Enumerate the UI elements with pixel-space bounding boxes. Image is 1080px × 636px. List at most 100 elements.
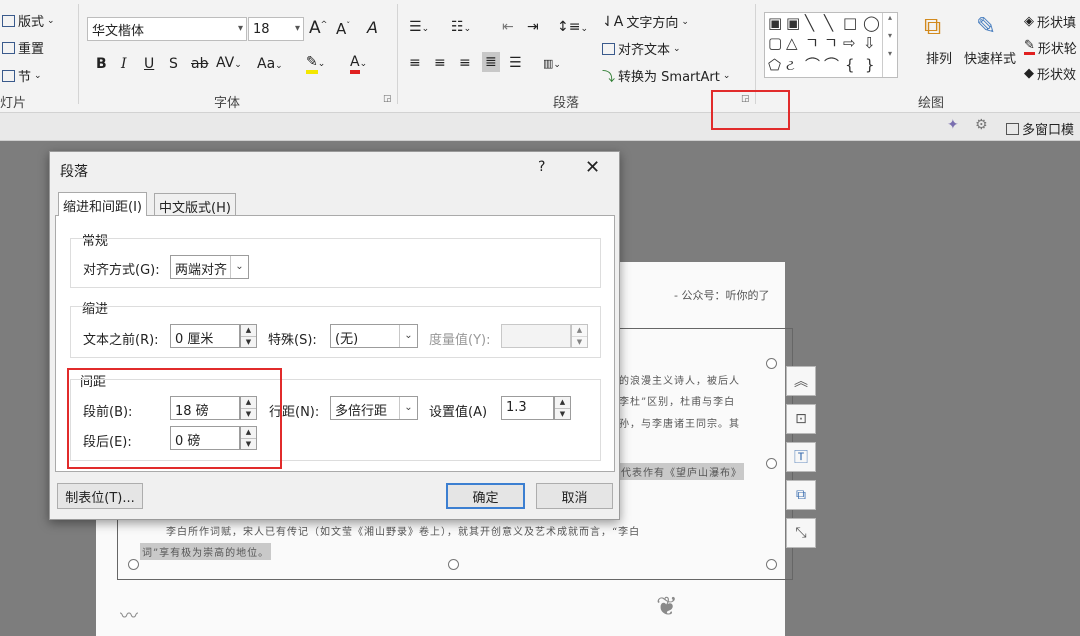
paragraph-dialog: 段落 ? ✕ 缩进和间距(I) 中文版式(H) 常规 对齐方式(G): 两端对齐… (49, 151, 620, 520)
by-spinner[interactable]: ▲ ▼ (571, 324, 588, 348)
collapse-icon[interactable]: ︽ (786, 366, 816, 396)
before-text-spinner[interactable]: ▲ ▼ (240, 324, 257, 348)
shape-effects-button[interactable]: ◆ 形状效 (1024, 64, 1076, 83)
poem-line: 李杜”区别，杜甫与李白 (619, 397, 736, 408)
line-spacing-select[interactable]: 多倍行距 ⌄ (330, 396, 418, 420)
chevron-down-icon: ⌄ (399, 325, 417, 347)
poem-line: 词”享有极为崇高的地位。 (140, 543, 272, 560)
font-name-combo[interactable]: 华文楷体 ▾ (87, 17, 247, 41)
arrow-line-icon: ╲ (824, 14, 834, 32)
text-format-icon[interactable]: 🅃 (786, 442, 816, 472)
align-center-button[interactable]: ≡ (434, 55, 446, 71)
change-case-button[interactable]: Aa⌄ (257, 56, 283, 72)
align-text-button[interactable]: 对齐文本 ⌄ (602, 39, 681, 58)
font-group-label: 字体 (214, 96, 241, 111)
resize-handle[interactable] (128, 559, 139, 570)
grow-font-button[interactable]: A^ (309, 18, 327, 38)
group-divider (78, 4, 79, 104)
font-color-icon: A (350, 55, 360, 74)
poem-line: 李白所作词赋，宋人已有传记（如文莹《湘山野录》卷上），就其开创意义及艺术成就而言… (166, 527, 641, 538)
columns-icon: ▥ (543, 57, 554, 70)
before-text-input[interactable]: 0 厘米 (170, 324, 240, 348)
increase-indent-button[interactable]: ⇥ (527, 19, 539, 35)
align-right-button[interactable]: ≡ (459, 55, 471, 71)
chevron-down-icon: ▾ (237, 23, 243, 34)
underline-button[interactable]: U (144, 56, 154, 72)
help-button[interactable]: ? (538, 159, 545, 175)
cancel-button[interactable]: 取消 (536, 483, 613, 509)
decrease-indent-button[interactable]: ⇤ (502, 19, 514, 35)
alignment-select[interactable]: 两端对齐 ⌄ (170, 255, 249, 279)
triangle-icon: △ (786, 34, 798, 52)
justify-button[interactable]: ≣ (482, 52, 500, 72)
line-spacing-button[interactable]: ↕≡⌄ (557, 19, 588, 35)
bullets-button[interactable]: ☰⌄ (409, 19, 429, 35)
at-spinner[interactable]: ▲ ▼ (554, 396, 571, 420)
quick-styles-button[interactable]: 快速样式 (964, 48, 1016, 67)
ok-button[interactable]: 确定 (446, 483, 525, 509)
shape-outline-button[interactable]: ✎ 形状轮 (1024, 38, 1077, 57)
char-spacing-button[interactable]: AV⌄ (216, 55, 242, 71)
shape-style-icon[interactable]: ⧉ (786, 480, 816, 510)
text-box-icon: ▣ (768, 14, 783, 32)
font-size-combo[interactable]: 18 ▾ (248, 17, 304, 41)
font-color-button[interactable]: A⌄ (350, 54, 367, 74)
special-label: 特殊(S): (268, 333, 317, 348)
layout-options-icon[interactable]: ⊡ (786, 404, 816, 434)
vertical-text-box-icon: ▣ (786, 14, 801, 32)
sub-toolbar: ✦ ⚙ 多窗口模 (0, 113, 1080, 141)
shape-fill-button[interactable]: ◈ 形状填 (1024, 12, 1076, 31)
shapes-gallery[interactable]: ▣ ▣ ╲ ╲ □ ◯ ▢ △ ㄱ ㄱ ⇨ ⇩ ⬠ ટ ⌒ ⌒ { } ▴ ▾ ▾ (764, 12, 898, 78)
right-brace-icon: } (865, 56, 875, 74)
arc-icon: ⌒ (805, 56, 821, 74)
special-select[interactable]: (无) ⌄ (330, 324, 418, 348)
at-input[interactable]: 1.3 (501, 396, 554, 420)
gallery-scroll[interactable]: ▴ ▾ ▾ (882, 13, 897, 77)
clear-format-button[interactable]: A (367, 18, 378, 37)
text-direction-icon: ⇃A (602, 13, 624, 30)
section-button[interactable]: 节 ⌄ (2, 66, 42, 85)
tabs-button[interactable]: 制表位(T)... (57, 483, 143, 509)
expand-icon[interactable]: ⤡ (786, 518, 816, 548)
arrange-button[interactable]: 排列 (926, 48, 952, 67)
multiwindow-button[interactable]: 多窗口模 (1006, 119, 1074, 138)
align-left-button[interactable]: ≡ (409, 55, 421, 71)
resize-handle[interactable] (766, 458, 777, 469)
italic-button[interactable]: I (121, 56, 127, 72)
ink-decoration: ❦ (656, 592, 678, 622)
reset-button[interactable]: 重置 (2, 38, 44, 57)
dialog-title: 段落 (60, 164, 88, 180)
line-spacing-icon: ↕≡ (557, 19, 581, 35)
paint-bucket-icon: ◈ (1024, 14, 1034, 29)
magic-icon[interactable]: ✦ (947, 117, 959, 133)
shadow-button[interactable]: S (169, 56, 178, 72)
font-dialog-launcher-icon[interactable]: ◲ (383, 94, 392, 104)
rectangle-icon: □ (843, 14, 858, 32)
highlighter-icon: ✎ (306, 54, 318, 74)
close-button[interactable]: ✕ (585, 157, 600, 178)
gear-icon[interactable]: ⚙ (975, 117, 988, 133)
convert-smartart-button[interactable]: ⤵ 转换为 SmartArt ⌄ (602, 66, 730, 85)
tab-chinese-typography[interactable]: 中文版式(H) (154, 193, 236, 216)
numbering-button[interactable]: ☷⌄ (451, 19, 471, 35)
spin-up-icon: ▲ (245, 326, 252, 334)
resize-handle[interactable] (766, 559, 777, 570)
distribute-button[interactable]: ☰ (509, 55, 522, 71)
resize-handle[interactable] (448, 559, 459, 570)
bold-button[interactable]: B (96, 56, 107, 72)
strikethrough-button[interactable]: ab (191, 56, 208, 72)
text-direction-button[interactable]: ⇃A 文字方向 ⌄ (602, 12, 689, 32)
chevron-down-icon: ⌄ (230, 256, 248, 278)
shrink-font-button[interactable]: Aˇ (336, 20, 350, 38)
layout-button[interactable]: 版式 ⌄ (2, 11, 55, 30)
decrease-indent-icon: ⇤ (502, 19, 514, 35)
resize-handle[interactable] (766, 358, 777, 369)
columns-button[interactable]: ▥⌄ (543, 57, 561, 70)
pen-icon: ✎ (1024, 38, 1035, 55)
tab-indent-spacing[interactable]: 缩进和间距(I) (58, 192, 147, 216)
highlight-button[interactable]: ✎⌄ (306, 54, 325, 74)
highlight-spacing-box (67, 368, 282, 469)
tab-panel: 常规 对齐方式(G): 两端对齐 ⌄ 缩进 文本之前(R): 0 厘米 ▲ ▼ 特殊… (55, 215, 615, 472)
by-input[interactable] (501, 324, 571, 348)
quick-styles-icon: ✎ (976, 12, 997, 40)
